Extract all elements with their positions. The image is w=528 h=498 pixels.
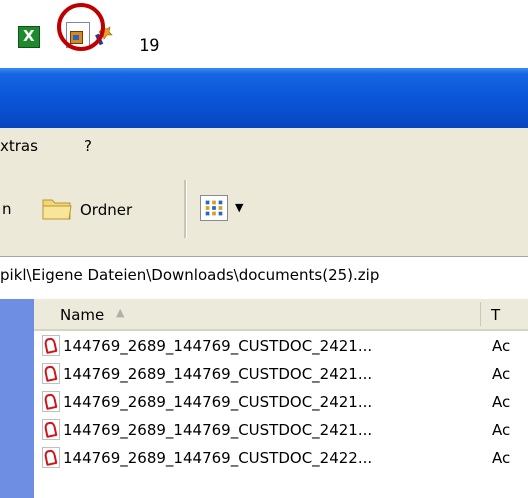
- window-titlebar[interactable]: [0, 68, 528, 128]
- chevron-down-icon[interactable]: ▼: [235, 201, 243, 214]
- file-name: 144769_2689_144769_CUSTDOC_2421...: [63, 337, 373, 355]
- file-list: Name ▲ T 144769_2689_144769_CUSTDOC_2421…: [34, 299, 528, 498]
- file-type: Ac: [492, 393, 511, 411]
- menu-item-extras[interactable]: xtras: [0, 137, 38, 155]
- pdf-icon: [42, 447, 60, 468]
- column-divider[interactable]: [480, 302, 481, 326]
- menu-item-help[interactable]: ?: [84, 137, 92, 155]
- pdf-icon: [42, 363, 60, 384]
- sort-ascending-icon: ▲: [116, 306, 125, 319]
- pdf-icon: [42, 419, 60, 440]
- toolbar-separator: [184, 180, 187, 238]
- menu-bar: xtras ?: [0, 128, 528, 169]
- column-header-name[interactable]: Name: [60, 306, 104, 324]
- pdf-icon: [42, 391, 60, 412]
- file-type: Ac: [492, 337, 511, 355]
- list-item[interactable]: 144769_2689_144769_CUSTDOC_2421... Ac: [34, 360, 528, 388]
- file-name: 144769_2689_144769_CUSTDOC_2421...: [63, 421, 373, 439]
- folder-icon[interactable]: [41, 195, 73, 221]
- excel-icon[interactable]: [18, 26, 40, 48]
- item-count: 19: [139, 36, 160, 56]
- list-item[interactable]: 144769_2689_144769_CUSTDOC_2422... Ac: [34, 444, 528, 472]
- folders-button[interactable]: Ordner: [80, 201, 132, 219]
- list-item[interactable]: 144769_2689_144769_CUSTDOC_2421... Ac: [34, 416, 528, 444]
- toolbar-button-label[interactable]: n: [2, 200, 12, 218]
- pdf-icon: [42, 335, 60, 356]
- file-name: 144769_2689_144769_CUSTDOC_2421...: [63, 393, 373, 411]
- taskbar-strip: 19: [0, 0, 528, 68]
- views-icon[interactable]: [200, 195, 228, 221]
- file-type: Ac: [492, 365, 511, 383]
- file-name: 144769_2689_144769_CUSTDOC_2421...: [63, 365, 373, 383]
- address-bar[interactable]: pikl\Eigene Dateien\Downloads\documents(…: [0, 256, 528, 300]
- highlight-circle: [57, 3, 105, 51]
- column-header-type[interactable]: T: [491, 306, 500, 324]
- address-path[interactable]: pikl\Eigene Dateien\Downloads\documents(…: [0, 266, 379, 284]
- file-type: Ac: [492, 449, 511, 467]
- task-pane: [0, 299, 34, 498]
- list-item[interactable]: 144769_2689_144769_CUSTDOC_2421... Ac: [34, 388, 528, 416]
- file-type: Ac: [492, 421, 511, 439]
- list-header: Name ▲ T: [34, 299, 528, 331]
- file-name: 144769_2689_144769_CUSTDOC_2422...: [63, 449, 373, 467]
- list-item[interactable]: 144769_2689_144769_CUSTDOC_2421... Ac: [34, 332, 528, 360]
